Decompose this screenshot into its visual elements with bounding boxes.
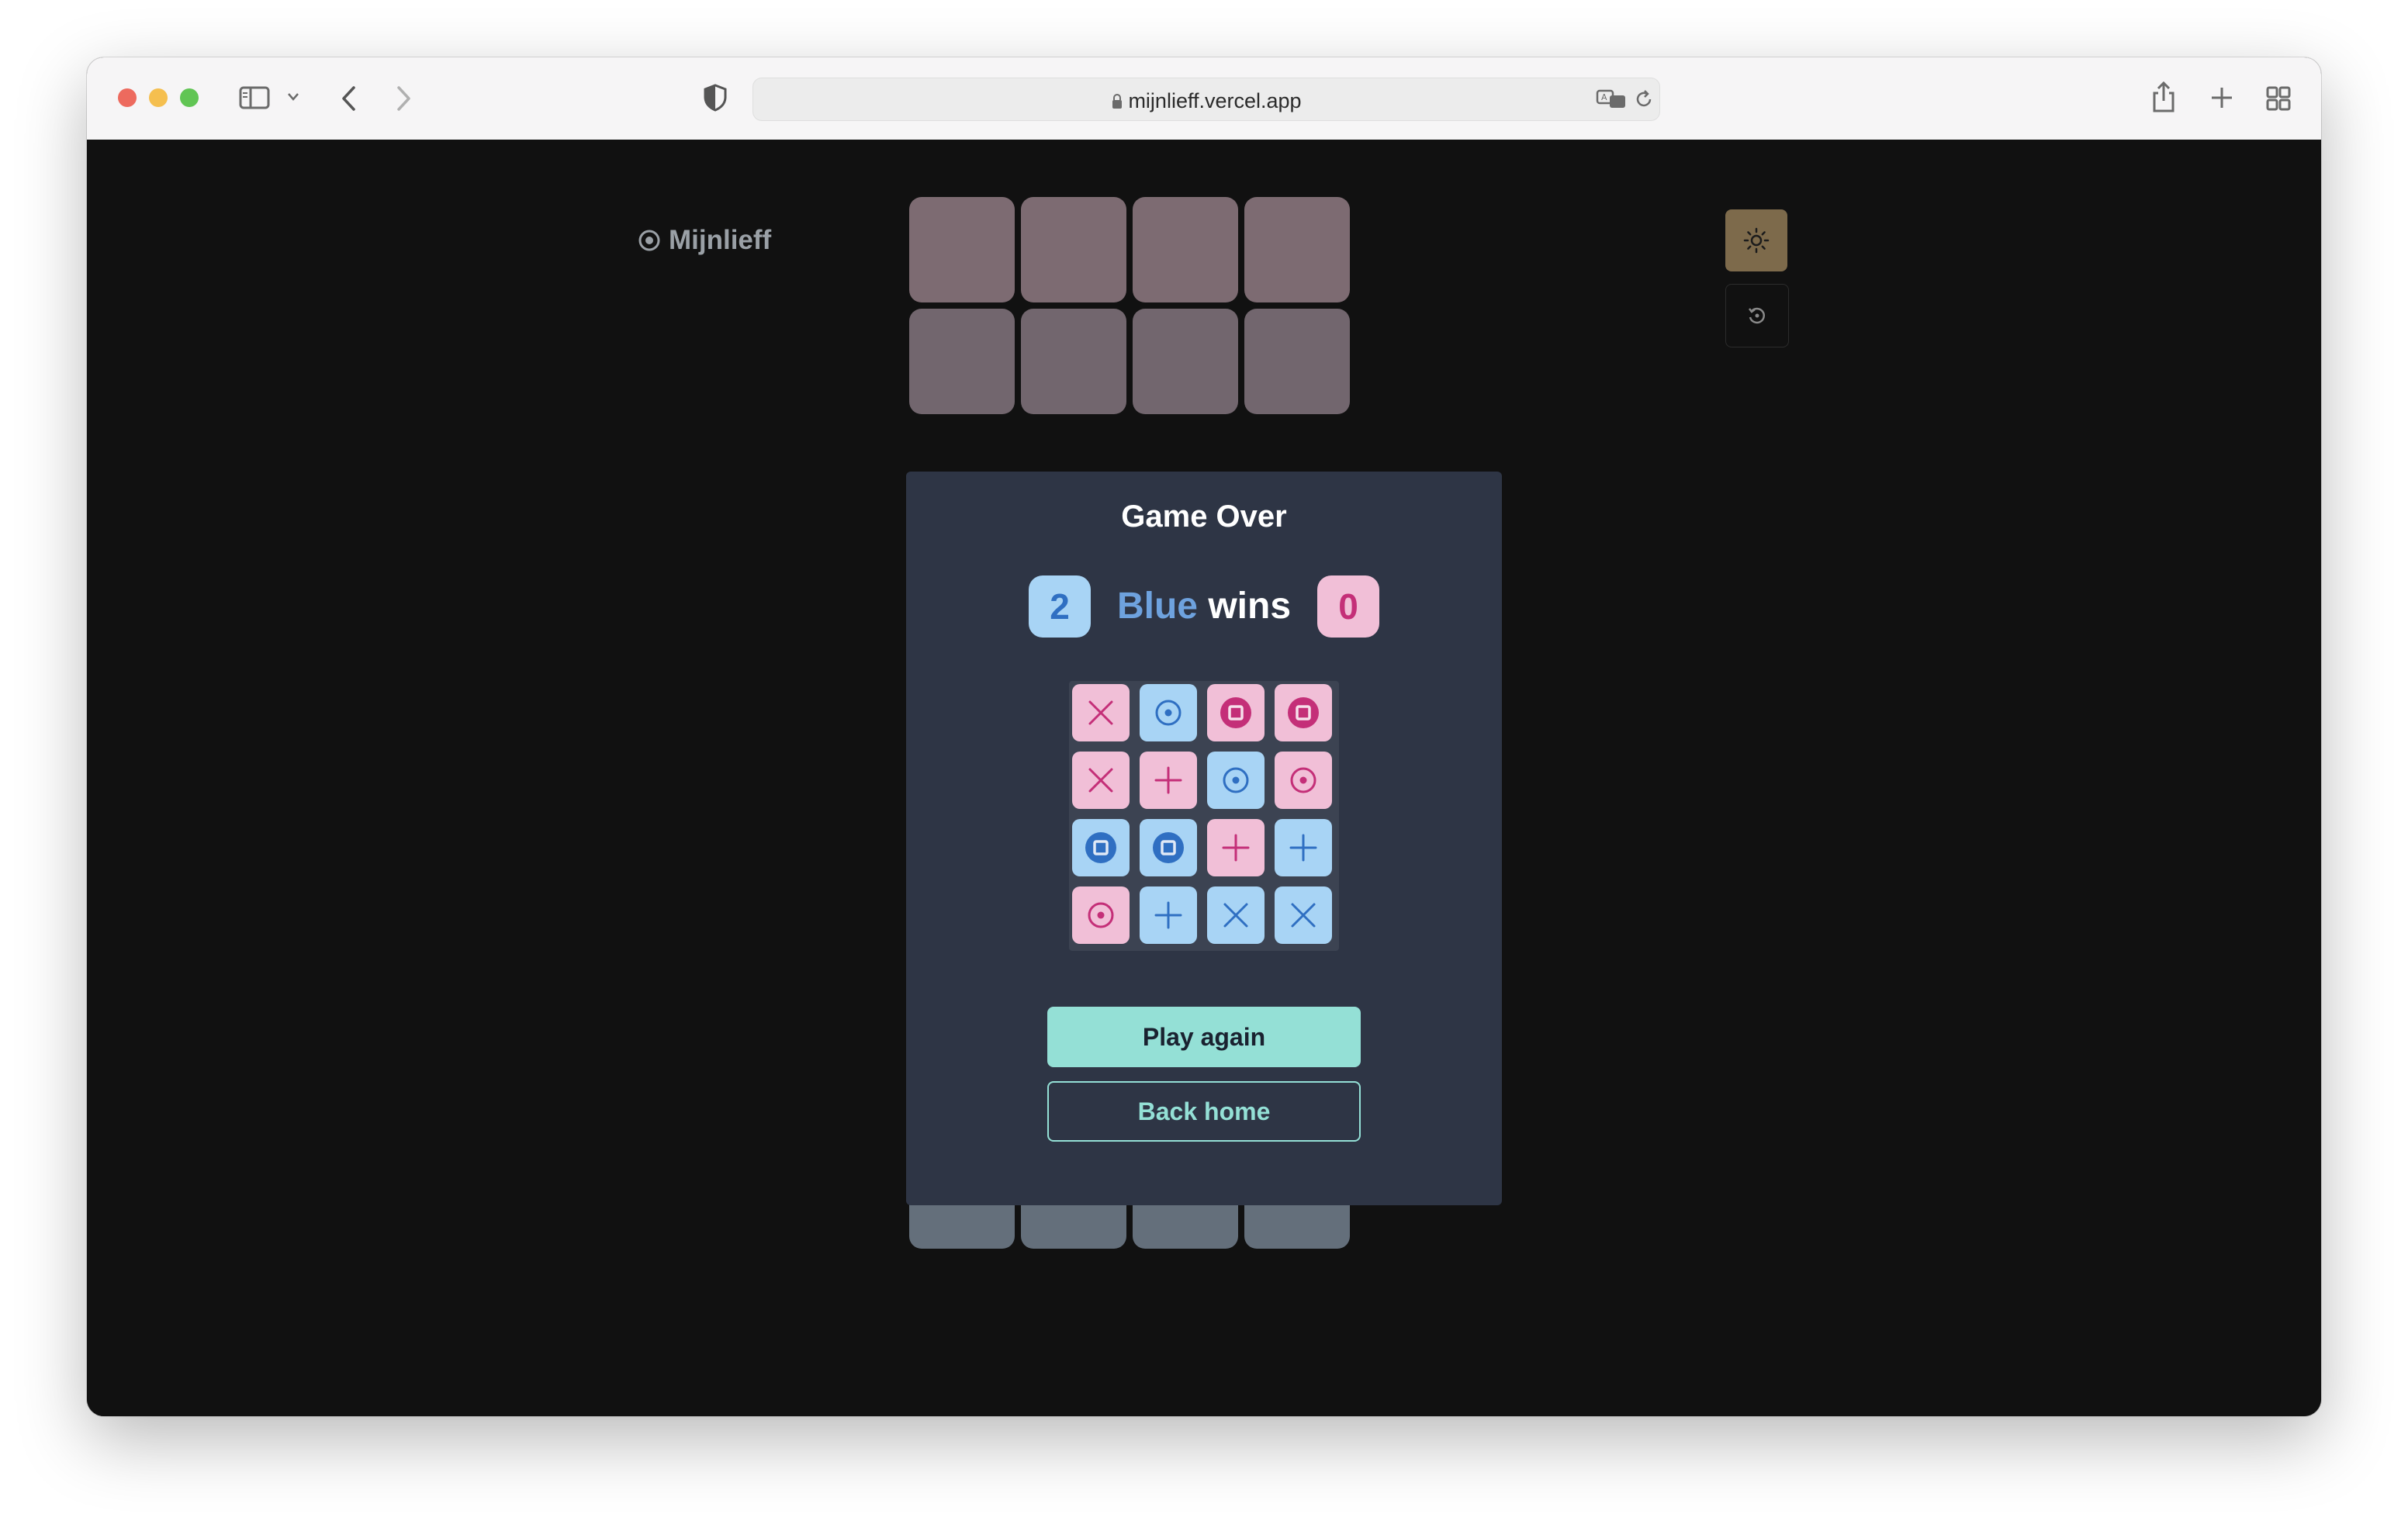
reset-button[interactable]: [1725, 284, 1789, 347]
chevron-down-icon[interactable]: [287, 92, 299, 102]
board-tile[interactable]: [909, 197, 1015, 302]
board-cell: [1207, 886, 1265, 944]
brand-name: Mijnlieff: [669, 225, 772, 255]
sun-icon: [1743, 227, 1770, 254]
square-icon: [1084, 831, 1118, 865]
winner-name: Blue: [1116, 586, 1198, 627]
close-window-button[interactable]: [118, 88, 137, 107]
board-tile[interactable]: [1244, 309, 1350, 414]
board-cell: [1207, 684, 1265, 741]
square-icon: [1219, 696, 1253, 730]
url-text: mijnlieff.vercel.app: [1128, 89, 1302, 112]
page-content: Mijnlieff Game Over 2 Blue wins 0 Play a…: [87, 140, 2321, 1416]
forward-icon[interactable]: [394, 85, 413, 112]
final-board: [1069, 681, 1339, 951]
board-tile[interactable]: [1133, 197, 1238, 302]
cross-icon: [1288, 900, 1319, 931]
back-home-button[interactable]: Back home: [1047, 1081, 1361, 1142]
minimize-window-button[interactable]: [149, 88, 168, 107]
plus-icon: [1288, 832, 1319, 863]
tab-overview-icon[interactable]: [2265, 85, 2292, 112]
board-cell: [1072, 684, 1130, 741]
board-cell: [1207, 819, 1265, 876]
wins-text: wins: [1208, 586, 1292, 627]
board-cell: [1140, 886, 1197, 944]
sidebar-toggle-icon[interactable]: [239, 85, 270, 110]
board-tile[interactable]: [1021, 197, 1126, 302]
board-cell: [1140, 819, 1197, 876]
board-cell: [1275, 752, 1332, 809]
browser-window: mijnlieff.vercel.app A Mijnlieff Game Ov…: [87, 57, 2321, 1416]
reload-icon[interactable]: [1633, 88, 1655, 110]
result-text: Blue wins: [906, 585, 1502, 627]
new-tab-icon[interactable]: [2209, 85, 2234, 110]
privacy-shield-icon[interactable]: [703, 84, 728, 112]
board-cell: [1275, 886, 1332, 944]
dot-icon: [1153, 697, 1184, 728]
square-icon: [1286, 696, 1320, 730]
board-cell: [1275, 684, 1332, 741]
cross-icon: [1085, 697, 1116, 728]
share-icon[interactable]: [2150, 81, 2177, 113]
board-cell: [1140, 684, 1197, 741]
board-tile[interactable]: [1244, 197, 1350, 302]
brand-logo[interactable]: Mijnlieff: [638, 225, 771, 256]
dot-icon: [1085, 900, 1116, 931]
plus-icon: [1153, 765, 1184, 796]
board-cell: [1072, 752, 1130, 809]
dot-icon: [1288, 765, 1319, 796]
cross-icon: [1085, 765, 1116, 796]
dot-icon: [1220, 765, 1251, 796]
play-again-button[interactable]: Play again: [1047, 1007, 1361, 1067]
board-tile[interactable]: [909, 309, 1015, 414]
browser-toolbar: mijnlieff.vercel.app A: [87, 57, 2321, 140]
pink-score-badge: 0: [1317, 575, 1379, 638]
square-icon: [1151, 831, 1185, 865]
board-cell: [1140, 752, 1197, 809]
board-cell: [1072, 819, 1130, 876]
board-cell: [1072, 886, 1130, 944]
board-cell: [1207, 752, 1265, 809]
plus-icon: [1220, 832, 1251, 863]
theme-toggle-button[interactable]: [1725, 209, 1787, 271]
game-over-modal: Game Over 2 Blue wins 0 Play again Back …: [906, 472, 1502, 1205]
back-icon[interactable]: [340, 85, 358, 112]
board-cell: [1275, 819, 1332, 876]
zoom-window-button[interactable]: [180, 88, 199, 107]
modal-title: Game Over: [1121, 499, 1287, 534]
plus-icon: [1153, 900, 1184, 931]
board-tile[interactable]: [1021, 309, 1126, 414]
translate-icon[interactable]: A: [1596, 88, 1627, 111]
board-tile[interactable]: [1133, 309, 1238, 414]
cross-icon: [1220, 900, 1251, 931]
rotate-icon: [1749, 307, 1766, 324]
address-bar[interactable]: mijnlieff.vercel.app A: [752, 78, 1660, 121]
url-display: mijnlieff.vercel.app: [753, 89, 1659, 113]
lock-icon: [1112, 94, 1123, 109]
target-icon: [638, 230, 660, 251]
svg-text:A: A: [1601, 92, 1607, 102]
